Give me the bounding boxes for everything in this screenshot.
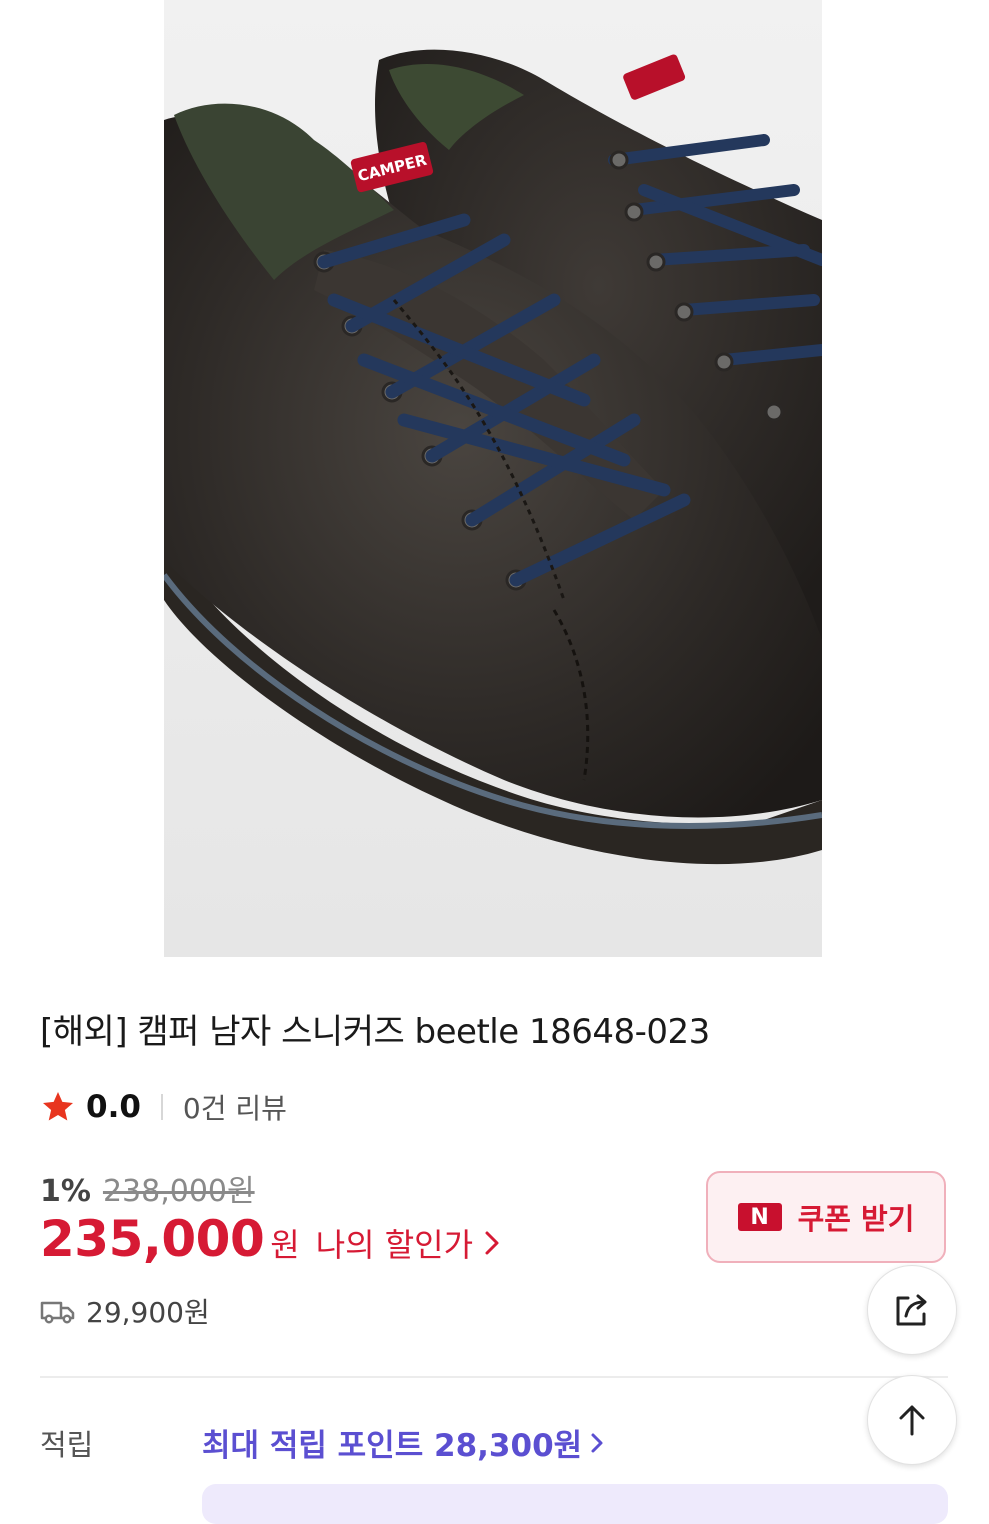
benefit-banner[interactable] [202, 1484, 948, 1524]
discount-rate: 1% [40, 1174, 91, 1209]
product-photo: CAMPER [164, 0, 822, 957]
product-image[interactable]: CAMPER [164, 0, 822, 957]
original-price: 238,000원 [102, 1174, 255, 1209]
coupon-n-icon: N [737, 1203, 782, 1231]
my-discount-label: 나의 할인가 [315, 1226, 474, 1264]
section-divider [40, 1376, 948, 1378]
review-count[interactable]: 0건 리뷰 [183, 1087, 287, 1127]
rating-divider [160, 1094, 163, 1120]
price-unit: 원 [270, 1226, 300, 1264]
share-icon [896, 1294, 927, 1326]
coupon-button[interactable]: N 쿠폰 받기 [706, 1171, 946, 1263]
discount-row: 1% 238,000원 [40, 1166, 255, 1210]
chevron-right-icon [591, 1433, 603, 1452]
share-button[interactable] [867, 1265, 957, 1355]
shipping-row: 29,900원 [40, 1291, 210, 1331]
points-label: 적립 [40, 1428, 94, 1462]
rating-score: 0.0 [86, 1089, 141, 1125]
rating-row[interactable]: 0.0 0건 리뷰 [40, 1087, 287, 1127]
chevron-right-icon [485, 1231, 499, 1255]
coupon-label: 쿠폰 받기 [797, 1202, 915, 1236]
points-link[interactable]: 최대 적립 포인트 28,300원 [202, 1420, 604, 1465]
price-row: 235,000 원 나의 할인가 [40, 1210, 501, 1268]
truck-icon [40, 1301, 75, 1324]
my-discount-link[interactable]: 나의 할인가 [316, 1220, 501, 1266]
shipping-fee: 29,900원 [86, 1296, 210, 1329]
product-title: [해외] 캠퍼 남자 스니커즈 beetle 18648-023 [40, 1012, 710, 1052]
points-link-text: 최대 적립 포인트 28,300원 [202, 1428, 583, 1464]
arrow-up-icon [899, 1405, 925, 1436]
star-icon [43, 1092, 73, 1121]
sale-price: 235,000 [40, 1210, 265, 1268]
scroll-top-button[interactable] [867, 1375, 957, 1465]
